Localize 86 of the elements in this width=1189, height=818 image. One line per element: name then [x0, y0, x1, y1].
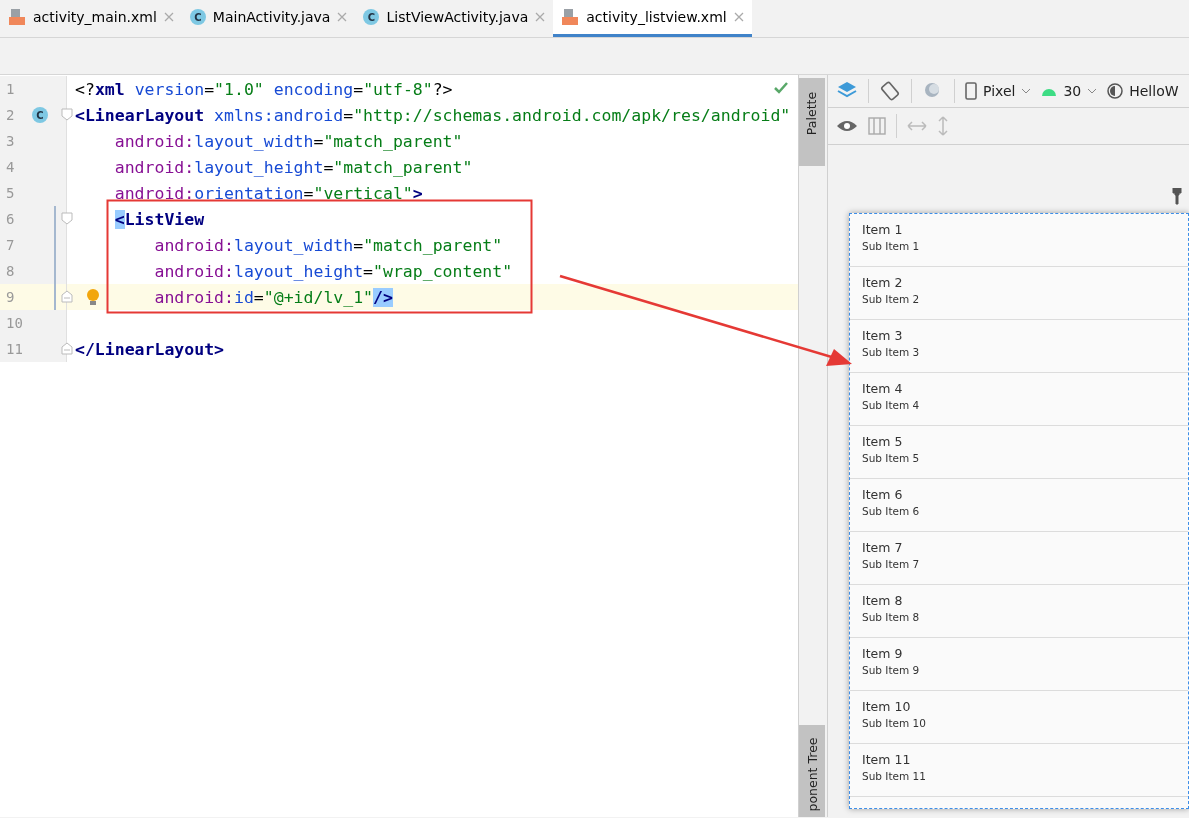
- line-number: 11: [5, 341, 24, 357]
- line-number: 10: [5, 315, 24, 331]
- list-item[interactable]: Item 3 Sub Item 3: [850, 320, 1188, 373]
- item-subtitle: Sub Item 4: [862, 399, 921, 411]
- line-number: 5: [5, 185, 16, 201]
- list-item[interactable]: Item 8 Sub Item 8: [850, 585, 1188, 638]
- close-icon[interactable]: [163, 12, 174, 22]
- line-number: 7: [5, 237, 16, 253]
- class-badge: C: [32, 107, 48, 123]
- class-badge: C: [363, 9, 380, 25]
- eye-icon[interactable]: [836, 118, 858, 134]
- code-line: </LinearLayout>: [74, 339, 224, 359]
- wrench-icon[interactable]: [1171, 187, 1183, 205]
- item-title: Item 8: [862, 593, 904, 608]
- list-item[interactable]: Item 6 Sub Item 6: [850, 479, 1188, 532]
- code-line: android:layout_height="match_parent": [113, 157, 473, 177]
- item-title: Item 1: [862, 222, 904, 237]
- item-title: Item 3: [862, 328, 904, 343]
- rotate-icon[interactable]: [879, 80, 901, 102]
- item-title: Item 10: [862, 699, 912, 714]
- caret-icon: [1087, 88, 1098, 94]
- item-title: Item 5: [862, 434, 904, 449]
- item-subtitle: Sub Item 7: [862, 558, 921, 570]
- item-subtitle: Sub Item 8: [862, 611, 921, 623]
- horizontal-arrows-icon[interactable]: [907, 120, 927, 132]
- item-subtitle: Sub Item 1: [862, 240, 921, 252]
- palette-tab[interactable]: Palette: [799, 78, 825, 166]
- list-item[interactable]: Item 9 Sub Item 9: [850, 638, 1188, 691]
- file-tab[interactable]: C ListViewActivity.java: [355, 0, 554, 37]
- item-subtitle: Sub Item 9: [862, 664, 921, 676]
- code-line: android:layout_width="match_parent": [153, 235, 503, 255]
- item-subtitle: Sub Item 3: [862, 346, 921, 358]
- file-tab[interactable]: activity_listview.xml: [553, 0, 752, 37]
- line-number: 2: [5, 107, 16, 123]
- fold-end-icon[interactable]: [61, 342, 73, 355]
- item-subtitle: Sub Item 6: [862, 505, 921, 517]
- line-number: 6: [5, 211, 16, 227]
- list-item[interactable]: Item 11 Sub Item 11: [850, 744, 1188, 797]
- close-icon[interactable]: [535, 12, 546, 22]
- theme-icon: [1107, 83, 1124, 99]
- line-number: 4: [5, 159, 16, 175]
- xml-file-icon: [561, 8, 580, 26]
- phone-icon: [965, 82, 977, 100]
- line-number: 9: [5, 289, 16, 305]
- fold-icon[interactable]: [61, 108, 73, 121]
- code-line: <?xml version="1.0" encoding="utf-8"?>: [74, 79, 453, 99]
- item-subtitle: Sub Item 2: [862, 293, 921, 305]
- line-number: 1: [5, 81, 16, 97]
- component-tree-tab[interactable]: ponent Tree: [799, 725, 825, 817]
- list-item[interactable]: Item 5 Sub Item 5: [850, 426, 1188, 479]
- file-tab[interactable]: activity_main.xml: [0, 0, 182, 37]
- bulb-icon[interactable]: [85, 288, 101, 306]
- fold-end-icon[interactable]: [61, 290, 73, 303]
- line-number: 3: [5, 133, 16, 149]
- item-title: Item 4: [862, 381, 904, 396]
- columns-icon[interactable]: [868, 117, 886, 135]
- item-title: Item 2: [862, 275, 904, 290]
- check-icon: [774, 82, 788, 94]
- theme-dropdown[interactable]: HelloW: [1107, 83, 1179, 99]
- api-dropdown[interactable]: 30: [1041, 83, 1098, 99]
- item-subtitle: Sub Item 10: [862, 717, 927, 729]
- list-item[interactable]: Item 1 Sub Item 1: [850, 214, 1188, 267]
- list-item[interactable]: Item 10 Sub Item 10: [850, 691, 1188, 744]
- line-number: 8: [5, 263, 16, 279]
- code-line: <LinearLayout xmlns:android="http://schemas.android.com/apk/res/android": [74, 105, 791, 125]
- close-icon[interactable]: [337, 12, 348, 22]
- caret-icon: [1021, 88, 1032, 94]
- fold-icon[interactable]: [61, 212, 73, 225]
- item-title: Item 11: [862, 752, 912, 767]
- item-title: Item 9: [862, 646, 904, 661]
- vertical-arrows-icon[interactable]: [937, 116, 949, 136]
- close-icon[interactable]: [733, 12, 744, 22]
- file-tab[interactable]: C MainActivity.java: [181, 0, 356, 37]
- xml-file-icon: [8, 8, 26, 26]
- list-item[interactable]: Item 4 Sub Item 4: [850, 373, 1188, 426]
- item-subtitle: Sub Item 5: [862, 452, 921, 464]
- code-line: android:orientation="vertical">: [113, 183, 423, 203]
- item-subtitle: Sub Item 11: [862, 770, 927, 782]
- device-dropdown[interactable]: Pixel: [965, 82, 1032, 100]
- list-item[interactable]: Item 2 Sub Item 2: [850, 267, 1188, 320]
- class-badge: C: [189, 9, 206, 25]
- code-line: android:layout_height="wrap_content": [153, 261, 513, 281]
- code-line: android:layout_width="match_parent": [113, 131, 463, 151]
- list-item[interactable]: Item 7 Sub Item 7: [850, 532, 1188, 585]
- item-title: Item 7: [862, 540, 904, 555]
- item-title: Item 6: [862, 487, 904, 502]
